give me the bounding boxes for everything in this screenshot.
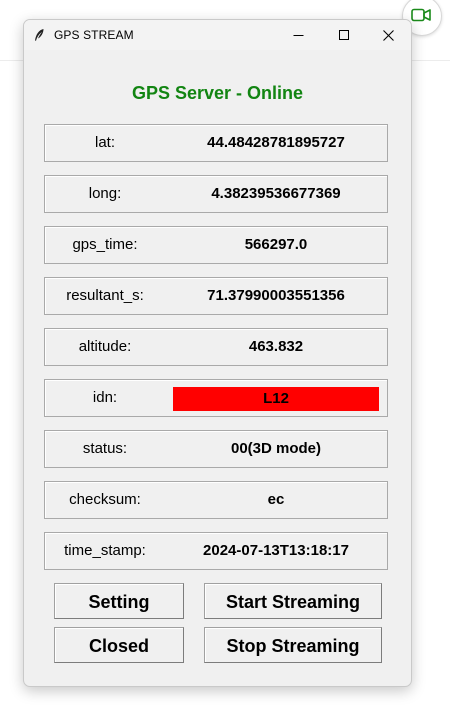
field-row-gps-time: gps_time: 566297.0 [44, 226, 388, 264]
field-label: status: [82, 440, 128, 457]
field-label: idn: [92, 389, 118, 406]
field-value: 566297.0 [244, 236, 308, 253]
field-row-checksum: checksum: ec [44, 481, 388, 519]
server-status-heading: GPS Server - Online [131, 83, 304, 103]
field-value: 4.38239536677369 [211, 185, 341, 202]
field-label: long: [88, 185, 122, 202]
field-row-status: status: 00(3D mode) [44, 430, 388, 468]
field-label: time_stamp: [64, 542, 146, 559]
field-label: checksum: [69, 491, 141, 508]
maximize-button[interactable] [321, 20, 367, 50]
field-label: resultant_s: [66, 287, 144, 304]
minimize-icon [293, 35, 304, 36]
stop-streaming-button[interactable]: Stop Streaming [204, 627, 382, 663]
video-camera-icon [411, 8, 431, 22]
gps-stream-window: GPS STREAM GPS Server - Online lat: 44.4… [23, 19, 412, 687]
field-row-time-stamp: time_stamp: 2024-07-13T13:18:17 [44, 532, 388, 570]
close-button[interactable] [365, 20, 411, 50]
field-label: lat: [94, 134, 115, 151]
field-value: 463.832 [248, 338, 304, 355]
field-row-resultant-s: resultant_s: 71.37990003551356 [44, 277, 388, 315]
field-value: 00(3D mode) [230, 440, 322, 457]
window-title: GPS STREAM [54, 28, 134, 42]
close-icon [383, 30, 394, 41]
start-streaming-button[interactable]: Start Streaming [204, 583, 382, 619]
field-value: 71.37990003551356 [207, 287, 345, 304]
field-value: 44.48428781895727 [207, 134, 345, 151]
feather-icon [33, 28, 45, 47]
field-row-long: long: 4.38239536677369 [44, 175, 388, 213]
field-value: 2024-07-13T13:18:17 [203, 542, 349, 559]
field-label: altitude: [78, 338, 132, 355]
minimize-button[interactable] [275, 20, 321, 50]
setting-button[interactable]: Setting [54, 583, 184, 619]
field-row-idn: idn: L12 [44, 379, 388, 417]
field-row-altitude: altitude: 463.832 [44, 328, 388, 366]
maximize-icon [339, 30, 349, 40]
field-value: ec [267, 491, 285, 508]
title-bar[interactable]: GPS STREAM [24, 20, 411, 50]
idn-value-badge: L12 [173, 387, 379, 411]
closed-button[interactable]: Closed [54, 627, 184, 663]
field-label: gps_time: [72, 236, 138, 253]
field-row-lat: lat: 44.48428781895727 [44, 124, 388, 162]
